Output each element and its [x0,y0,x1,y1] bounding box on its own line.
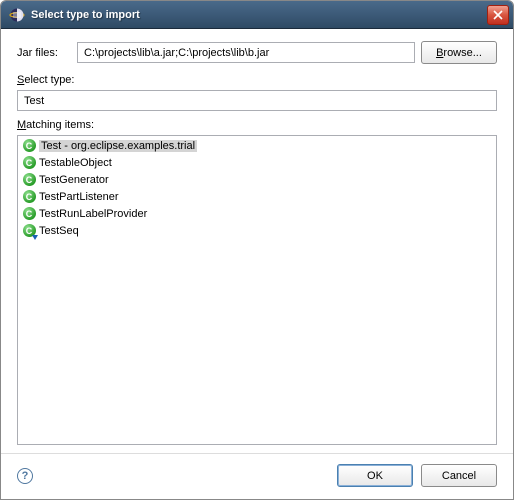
titlebar[interactable]: Select type to import [1,1,513,29]
list-item-label: TestableObject [39,157,112,169]
class-c-icon: C [21,172,37,188]
list-item[interactable]: CTestGenerator [19,171,495,188]
dialog-content: Jar files: Browse... Select type: Matchi… [1,29,513,453]
list-item[interactable]: CTestSeq [19,222,495,239]
list-item[interactable]: CTestRunLabelProvider [19,205,495,222]
dialog-window: Select type to import Jar files: Browse.… [0,0,514,500]
browse-button[interactable]: Browse... [421,41,497,64]
cancel-button[interactable]: Cancel [421,464,497,487]
help-icon[interactable]: ? [17,468,33,484]
select-type-input[interactable] [17,90,497,111]
list-item[interactable]: CTest - org.eclipse.examples.trial [19,137,495,154]
matching-items-list[interactable]: CTest - org.eclipse.examples.trialCTesta… [17,135,497,445]
eclipse-icon [9,7,25,23]
list-item-label: TestRunLabelProvider [39,208,147,220]
class-c-icon: C [21,189,37,205]
class-c-icon: C [21,138,37,154]
select-type-label: Select type: [17,74,497,86]
jar-files-input[interactable] [77,42,415,63]
list-item-label: Test - org.eclipse.examples.trial [39,140,197,152]
list-item[interactable]: CTestableObject [19,154,495,171]
list-item-label: TestGenerator [39,174,109,186]
ok-button[interactable]: OK [337,464,413,487]
list-item[interactable]: CTestPartListener [19,188,495,205]
list-item-label: TestSeq [39,225,79,237]
dialog-title: Select type to import [31,9,487,21]
jar-files-label: Jar files: [17,47,77,59]
close-button[interactable] [487,5,509,25]
list-item-label: TestPartListener [39,191,118,203]
class-c-icon: C [21,206,37,222]
class-c-icon: C [21,223,37,239]
class-c-icon: C [21,155,37,171]
matching-items-label: Matching items: [17,119,497,131]
dialog-footer: ? OK Cancel [1,453,513,499]
jar-files-row: Jar files: Browse... [17,41,497,64]
